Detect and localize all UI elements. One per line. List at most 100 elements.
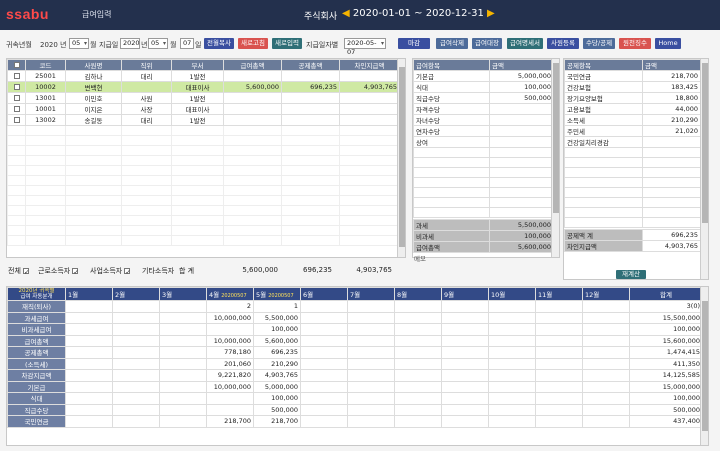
col-name[interactable]: 사원명 (65, 59, 122, 71)
month-5-cell[interactable]: 5,500,000 (253, 311, 301, 324)
month-11-cell[interactable] (535, 380, 583, 393)
next-period-icon[interactable]: ▶ (487, 8, 495, 19)
col-deduct[interactable]: 공제총액 (281, 59, 340, 71)
month-col-9[interactable]: 9월 (441, 287, 489, 301)
checkbox-icon[interactable] (13, 73, 20, 79)
month-5-cell[interactable]: 100,000 (253, 323, 301, 336)
pay-date-filter-select[interactable]: 2020-05-07 (344, 38, 386, 56)
home-button[interactable]: Home (655, 38, 681, 49)
memo-label[interactable]: 메모 (414, 253, 426, 263)
deduct-item-amount[interactable]: 44,000 (642, 103, 701, 115)
month-3-cell[interactable] (159, 311, 207, 324)
month-5-cell[interactable]: 4,903,765 (253, 369, 301, 382)
employee-row[interactable]: 10002 변백현 대표이사 5,600,000 696,235 4,903,765 (7, 81, 400, 93)
month-6-cell[interactable] (300, 311, 348, 324)
month-4-cell[interactable] (206, 392, 254, 405)
pay-item-amount[interactable]: 100,000 (489, 81, 554, 93)
month-8-cell[interactable] (394, 311, 442, 324)
month-4-cell[interactable]: 10,000,000 (206, 334, 254, 347)
row-checkbox[interactable] (7, 81, 26, 93)
deduct-item-amount[interactable] (642, 136, 701, 148)
month-4-cell[interactable] (206, 403, 254, 416)
month-10-cell[interactable] (488, 415, 536, 428)
month-1-cell[interactable] (65, 369, 113, 382)
month-9-cell[interactable] (441, 300, 489, 313)
month-12-cell[interactable] (582, 300, 630, 313)
month-9-cell[interactable] (441, 323, 489, 336)
month-12-cell[interactable] (582, 323, 630, 336)
withholding-button[interactable]: 원천징수 (619, 38, 651, 49)
month-2-cell[interactable] (112, 323, 160, 336)
month-11-cell[interactable] (535, 311, 583, 324)
month-5-cell[interactable]: 5,000,000 (253, 380, 301, 393)
month-6-cell[interactable] (300, 403, 348, 416)
month-8-cell[interactable] (394, 380, 442, 393)
deduct-item-row[interactable]: 고용보험 44,000 (564, 103, 701, 115)
month-4-cell[interactable]: 10,000,000 (206, 380, 254, 393)
month-4-cell[interactable] (206, 323, 254, 336)
month-1-cell[interactable] (65, 311, 113, 324)
month-11-cell[interactable] (535, 300, 583, 313)
col-code[interactable]: 코드 (25, 59, 66, 71)
month-12-cell[interactable] (582, 369, 630, 382)
pay-item-row[interactable]: 직급수당 500,000 (413, 92, 554, 104)
month-3-cell[interactable] (159, 415, 207, 428)
month-col-6[interactable]: 6월 (300, 287, 348, 301)
month-5-cell[interactable]: 5,600,000 (253, 334, 301, 347)
checkbox-icon[interactable] (13, 106, 20, 112)
month-12-cell[interactable] (582, 392, 630, 405)
pay-item-row[interactable]: 식대 100,000 (413, 81, 554, 93)
month-4-cell[interactable]: 2 (206, 300, 254, 313)
delete-pay-button[interactable]: 급여삭제 (436, 38, 468, 49)
deduct-item-amount[interactable]: 210,290 (642, 114, 701, 126)
month-6-cell[interactable] (300, 334, 348, 347)
month-2-cell[interactable] (112, 369, 160, 382)
employee-row[interactable]: 10001 이지은 사장 대표이사 (7, 103, 400, 115)
month-1-cell[interactable] (65, 323, 113, 336)
pay-items-scroll-thumb[interactable] (553, 63, 559, 213)
pay-day-input[interactable]: 07 (180, 38, 194, 49)
month-col-10[interactable]: 10월 (488, 287, 536, 301)
month-3-cell[interactable] (159, 392, 207, 405)
month-5-cell[interactable]: 100,000 (253, 392, 301, 405)
pay-slip-button[interactable]: 급여명세서 (507, 38, 543, 49)
month-6-cell[interactable] (300, 415, 348, 428)
month-2-cell[interactable] (112, 346, 160, 359)
month-2-cell[interactable] (112, 415, 160, 428)
month-1-cell[interactable] (65, 334, 113, 347)
month-9-cell[interactable] (441, 392, 489, 405)
month-10-cell[interactable] (488, 369, 536, 382)
month-1-cell[interactable] (65, 403, 113, 416)
deduct-item-amount[interactable]: 21,020 (642, 125, 701, 137)
month-3-cell[interactable] (159, 369, 207, 382)
row-checkbox[interactable] (7, 92, 26, 104)
month-8-cell[interactable] (394, 392, 442, 405)
pay-item-row[interactable]: 자격수당 (413, 103, 554, 115)
month-6-cell[interactable] (300, 369, 348, 382)
month-col-4[interactable]: 4월 20200507 (206, 287, 254, 301)
checkbox-icon[interactable] (13, 95, 20, 101)
deduct-item-row[interactable]: 장기요양보험 18,800 (564, 92, 701, 104)
month-4-cell[interactable]: 778,180 (206, 346, 254, 359)
month-7-cell[interactable] (347, 334, 395, 347)
row-checkbox[interactable] (7, 70, 26, 82)
deduct-item-row[interactable]: 소득세 210,290 (564, 114, 701, 126)
allowance-deduction-button[interactable]: 수당/공제 (583, 38, 615, 49)
deduct-item-row[interactable]: 주민세 21,020 (564, 125, 701, 137)
employee-scroll-thumb[interactable] (399, 67, 405, 247)
month-9-cell[interactable] (441, 403, 489, 416)
month-1-cell[interactable] (65, 392, 113, 405)
month-12-cell[interactable] (582, 311, 630, 324)
month-1-cell[interactable] (65, 357, 113, 370)
month-2-cell[interactable] (112, 403, 160, 416)
deduct-item-amount[interactable]: 183,425 (642, 81, 701, 93)
pay-item-row[interactable]: 자녀수당 (413, 114, 554, 126)
employee-register-button[interactable]: 사원등록 (547, 38, 579, 49)
month-11-cell[interactable] (535, 415, 583, 428)
copy-prev-month-button[interactable]: 전월복사 (204, 38, 234, 49)
month-10-cell[interactable] (488, 346, 536, 359)
month-4-cell[interactable]: 201,060 (206, 357, 254, 370)
month-12-cell[interactable] (582, 380, 630, 393)
month-3-cell[interactable] (159, 346, 207, 359)
pay-item-row[interactable]: 상여 (413, 136, 554, 148)
